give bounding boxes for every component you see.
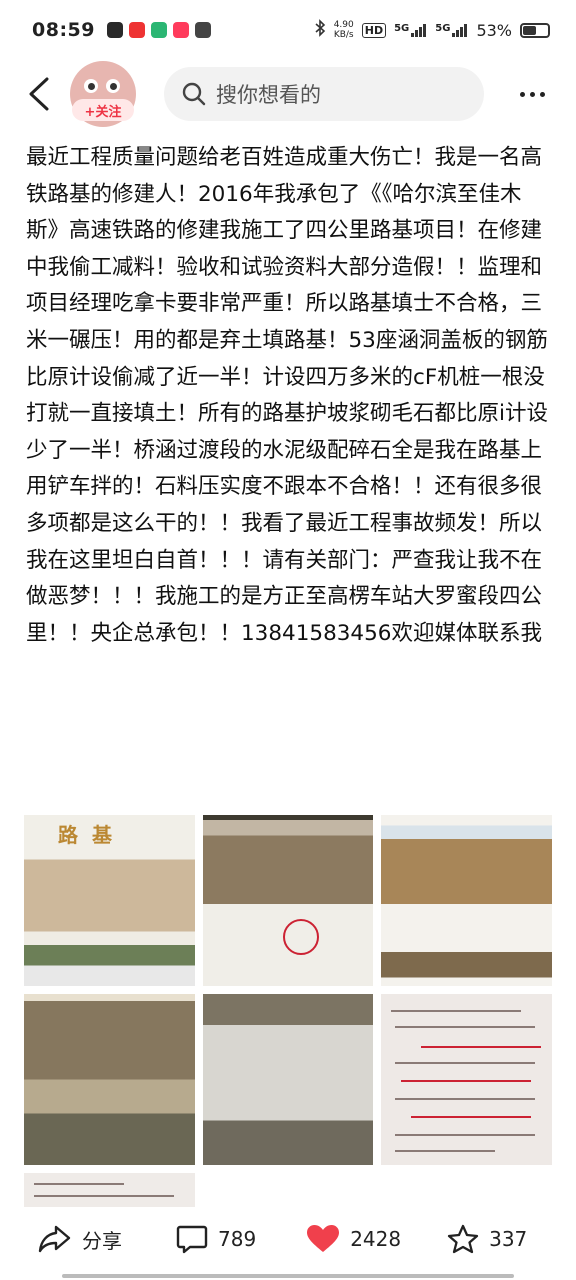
battery-percent: 53% <box>476 20 512 40</box>
favorite-count: 337 <box>489 1227 528 1251</box>
battery-icon <box>520 22 550 38</box>
post-image[interactable] <box>202 994 374 1165</box>
star-icon <box>447 1224 479 1254</box>
share-button[interactable]: 分享 <box>38 1211 122 1267</box>
app-notification-icon <box>106 22 123 38</box>
app-notification-icon <box>150 22 167 38</box>
post-image[interactable] <box>381 994 553 1165</box>
notification-icons <box>106 22 211 38</box>
network-speed: 4.90 KB/s <box>333 20 354 40</box>
post-header: +关注 搜你想看的 <box>0 61 576 127</box>
more-icon[interactable] <box>514 74 550 114</box>
follow-button[interactable]: +关注 <box>72 99 134 121</box>
status-bar: 08:59 4.90 KB/s HD 5G 5G 53% <box>0 0 576 60</box>
post-image[interactable] <box>381 815 553 986</box>
signal-icon: 5G <box>394 23 427 37</box>
app-notification-icon <box>194 22 211 38</box>
status-time: 08:59 <box>32 19 95 41</box>
app-notification-icon <box>172 22 189 38</box>
like-button[interactable]: 2428 <box>306 1211 401 1267</box>
search-input[interactable]: 搜你想看的 <box>164 67 484 121</box>
back-arrow-icon <box>29 77 49 111</box>
hd-icon: HD <box>361 22 387 38</box>
stamp-icon <box>282 919 319 955</box>
post-image[interactable] <box>24 1173 195 1207</box>
comment-icon <box>176 1225 208 1254</box>
action-bar: 分享 789 2428 337 <box>0 1206 576 1272</box>
like-count: 2428 <box>350 1227 402 1251</box>
signal-icon: 5G <box>435 23 468 37</box>
comment-count: 789 <box>218 1227 257 1251</box>
post-body-text: 最近工程质量问题给老百姓造成重大伤亡！我是一名高铁路基的修建人！2016年我承包… <box>26 145 548 646</box>
avatar-eye <box>84 79 98 93</box>
back-button[interactable] <box>14 69 64 119</box>
app-notification-icon <box>128 22 145 38</box>
avatar-eye <box>106 79 120 93</box>
author-avatar[interactable]: +关注 <box>70 61 136 127</box>
image-caption: 路基 <box>58 823 126 847</box>
battery-level <box>523 25 536 35</box>
heart-icon <box>307 1225 340 1252</box>
post-image[interactable]: 路基 <box>24 815 195 986</box>
image-grid: 路基 <box>24 815 553 1215</box>
comment-button[interactable]: 789 <box>176 1211 256 1267</box>
search-placeholder: 搜你想看的 <box>216 83 321 107</box>
post-image[interactable] <box>24 994 195 1165</box>
post-image[interactable] <box>202 815 374 986</box>
share-label: 分享 <box>82 1228 122 1253</box>
search-icon <box>182 82 206 106</box>
bluetooth-icon <box>314 19 326 41</box>
favorite-button[interactable]: 337 <box>447 1211 527 1267</box>
home-indicator <box>62 1274 514 1278</box>
share-icon <box>38 1225 71 1253</box>
